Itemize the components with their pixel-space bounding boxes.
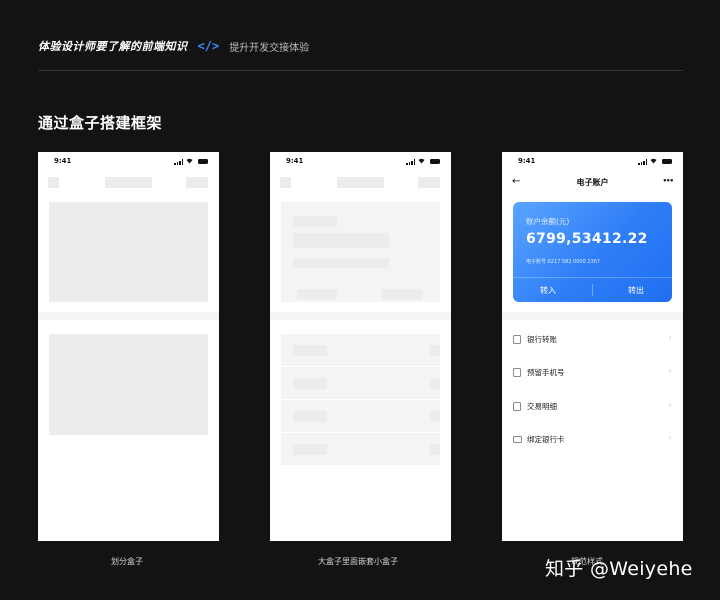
wifi-icon [186, 158, 193, 164]
phone-mockup-nested-boxes: 9:41 [270, 152, 451, 541]
header-subtitle: 提升开发交接体验 [229, 42, 310, 54]
transfer-icon [513, 335, 521, 344]
placeholder-nav-title [105, 177, 152, 188]
card-icon [513, 436, 522, 443]
signal-icon [174, 159, 183, 165]
account-number: 电子账号 6217 582 0000 2367 [526, 259, 601, 265]
battery-icon [662, 159, 672, 164]
placeholder-card-line-1 [293, 216, 337, 227]
placeholder-nav-left [48, 177, 59, 188]
battery-icon [198, 159, 208, 164]
placeholder-card-line-2 [293, 233, 389, 248]
caption-nested-boxes: 大盒子里面嵌套小盒子 [318, 557, 398, 566]
header-title: 体验设计师要了解的前端知识 [38, 40, 188, 53]
caption-divide-boxes: 划分盒子 [111, 557, 143, 566]
placeholder-nav-right [418, 177, 440, 188]
placeholder-list-row-arrow [430, 444, 440, 455]
nav-title: 电子账户 [576, 178, 609, 187]
status-time: 9:41 [286, 157, 304, 165]
placeholder-list-row-label [293, 345, 327, 356]
status-time: 9:41 [54, 157, 72, 165]
status-bar: 9:41 [502, 152, 683, 172]
placeholder-list-row-label [293, 378, 327, 389]
section-title: 通过盒子搭建框架 [38, 114, 163, 132]
placeholder-card-line-3 [293, 258, 389, 268]
placeholder-section-gap [38, 312, 219, 320]
placeholder-box-bottom [49, 334, 208, 435]
placeholder-list-row-label [293, 411, 327, 422]
placeholder-nav-title [337, 177, 384, 188]
placeholder-list-row-label [293, 444, 327, 455]
chevron-right-icon: › [668, 400, 672, 409]
status-bar: 9:41 [38, 152, 219, 172]
account-balance-card: 账户余额(元) 6799,53412.22 电子账号 6217 582 0000… [513, 202, 672, 302]
code-icon: </> [197, 39, 220, 53]
placeholder-section-gap [270, 312, 451, 320]
chevron-right-icon: › [668, 333, 672, 342]
list-item-transactions[interactable]: 交易明细 › [502, 399, 683, 417]
page-header: 体验设计师要了解的前端知识 </> 提升开发交接体验 [38, 37, 309, 55]
list-item-bank-transfer[interactable]: 银行转账 › [502, 332, 683, 350]
placeholder-nav-right [186, 177, 208, 188]
placeholder-card-button-left [297, 289, 337, 299]
list-item-label: 银行转账 [527, 335, 557, 344]
document-icon [513, 402, 521, 411]
balance-label: 账户余额(元) [526, 217, 570, 226]
placeholder-nav-left [280, 177, 291, 188]
list-item-label: 交易明细 [527, 402, 557, 411]
signal-icon [638, 159, 647, 165]
signal-icon [406, 159, 415, 165]
placeholder-list-row-arrow [430, 378, 440, 389]
phone-mockup-styled: 9:41 ← 电子账户 ••• 账户余额(元) 6799,53412.22 电子… [502, 152, 683, 541]
status-bar: 9:41 [270, 152, 451, 172]
chevron-right-icon: › [668, 366, 672, 375]
balance-amount: 6799,53412.22 [526, 231, 648, 247]
placeholder-card-button-right [382, 289, 422, 299]
transfer-in-button[interactable]: 转入 [540, 285, 556, 296]
placeholder-list-row-arrow [430, 345, 440, 356]
placeholder-box-top [49, 202, 208, 302]
battery-icon [430, 159, 440, 164]
wifi-icon [418, 158, 425, 164]
header-divider [38, 70, 683, 71]
list-item-reserved-phone[interactable]: 预留手机号 › [502, 365, 683, 383]
wifi-icon [650, 158, 657, 164]
card-divider [513, 277, 672, 278]
phone-mockup-divide-boxes: 9:41 [38, 152, 219, 541]
phone-icon [513, 368, 521, 377]
card-button-separator [592, 284, 593, 296]
list-item-label: 绑定银行卡 [527, 435, 565, 444]
transfer-out-button[interactable]: 转出 [628, 285, 644, 296]
section-gap [502, 312, 683, 320]
chevron-right-icon: › [668, 433, 672, 442]
list-item-bind-card[interactable]: 绑定银行卡 › [502, 432, 683, 450]
more-icon[interactable]: ••• [663, 177, 674, 185]
list-item-label: 预留手机号 [527, 368, 565, 377]
placeholder-list-row-arrow [430, 411, 440, 422]
zhihu-watermark: 知乎 @Weiyehe [545, 558, 693, 580]
status-time: 9:41 [518, 157, 536, 165]
